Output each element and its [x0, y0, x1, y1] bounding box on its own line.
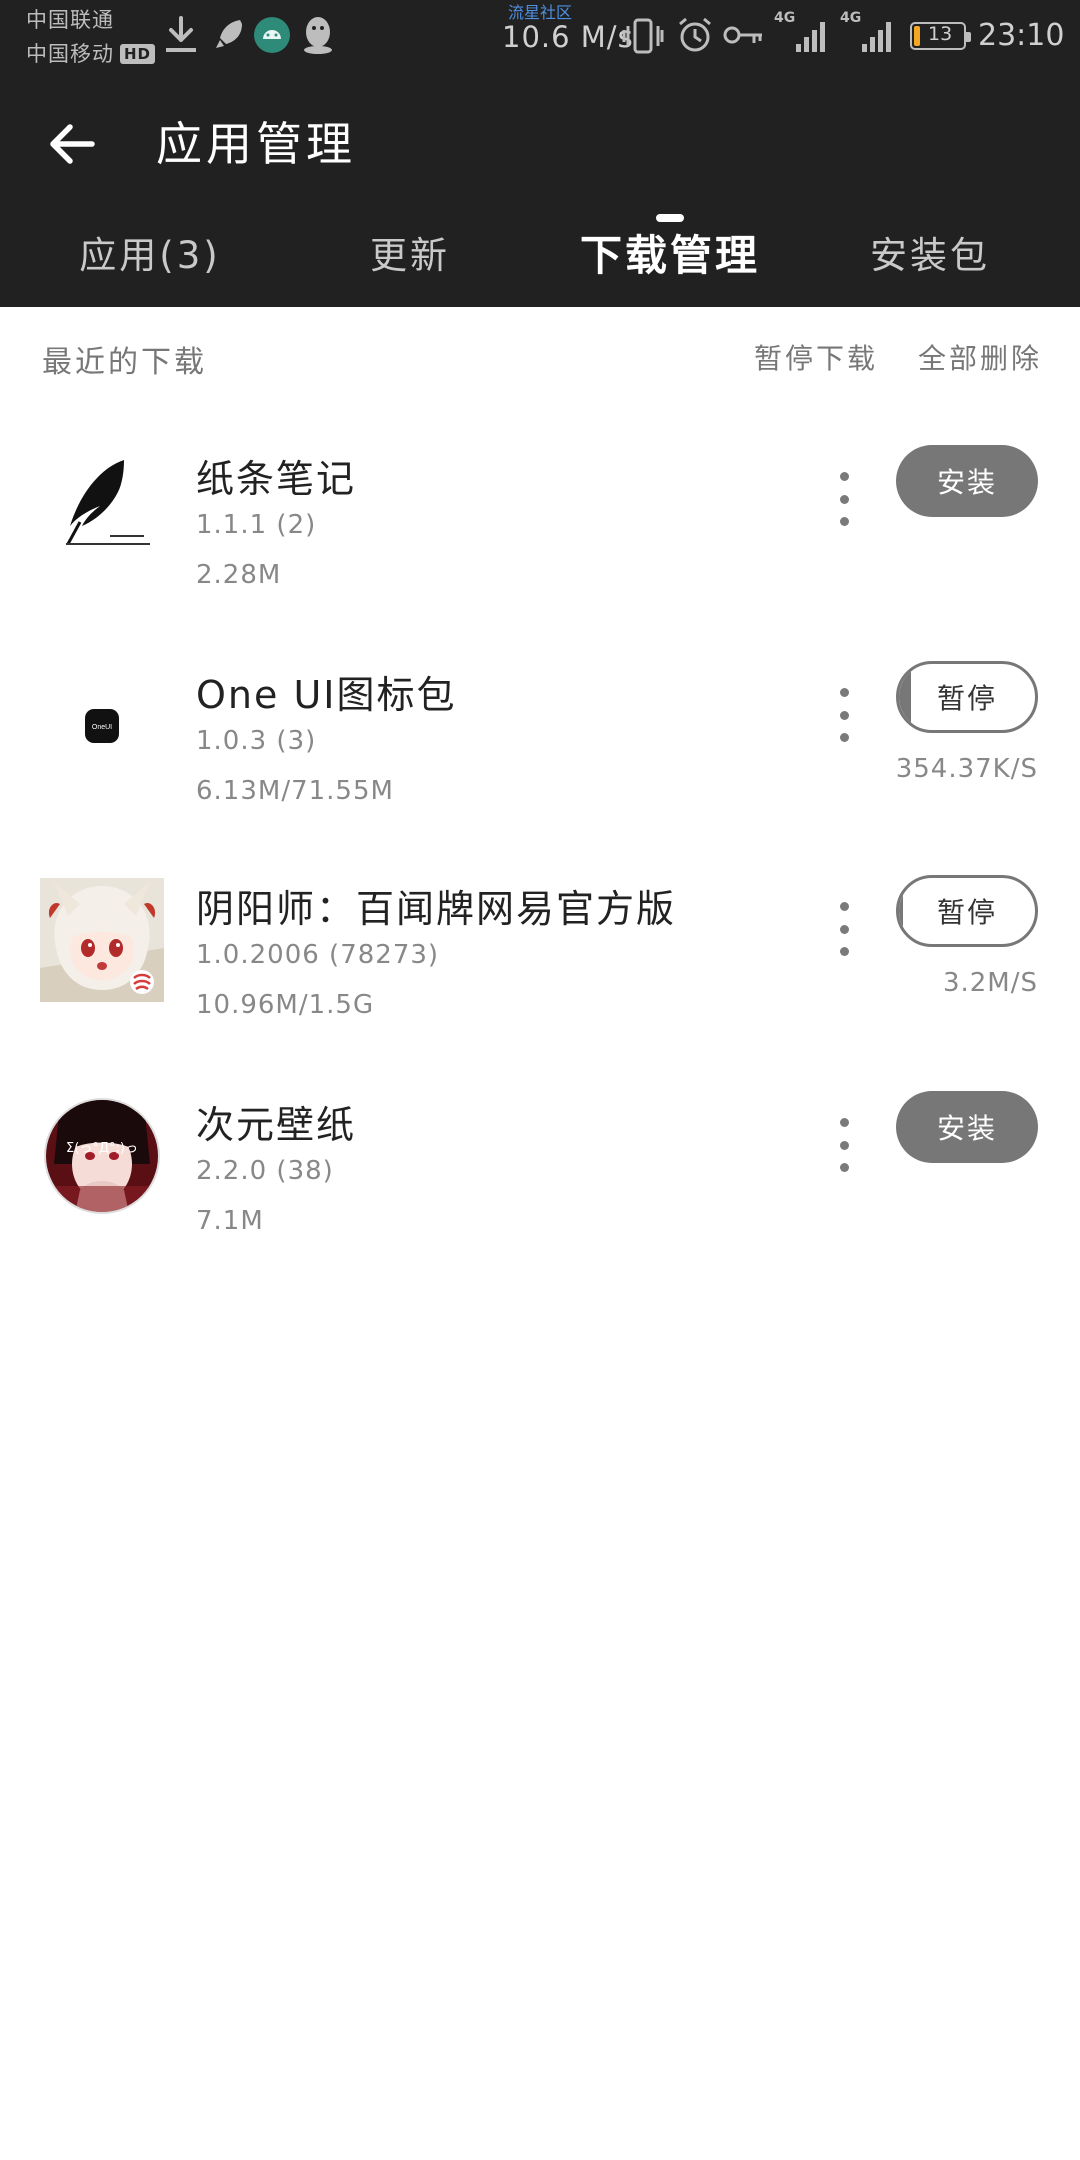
oneui-icon-text: OneUI — [92, 724, 112, 731]
download-progress-size: 10.96M/1.5G — [196, 990, 375, 1020]
app-name: One UI图标包 — [196, 673, 457, 717]
tab-updates[interactable]: 更新 — [275, 212, 545, 292]
more-options-button[interactable] — [826, 680, 862, 750]
battery-fill — [914, 26, 921, 46]
alarm-icon — [679, 17, 711, 52]
qq-penguin-icon — [304, 17, 332, 54]
more-dot — [839, 733, 849, 742]
pause-all-button[interactable]: 暂停下载 — [754, 337, 878, 377]
download-speed: 3.2M/S — [942, 968, 1038, 998]
clock: 23:10 — [978, 18, 1065, 53]
back-button[interactable] — [40, 112, 104, 176]
battery-cap — [966, 32, 971, 42]
more-dot — [839, 1140, 849, 1150]
more-dot — [839, 688, 849, 697]
more-dot — [839, 924, 849, 934]
tab-bar: 应用(3) 更新 下载管理 安装包 — [0, 212, 1080, 307]
download-icon — [166, 16, 196, 52]
tab-indicator — [656, 214, 684, 222]
more-dot — [839, 947, 849, 956]
key-icon — [723, 26, 762, 44]
more-options-button[interactable] — [826, 1110, 862, 1180]
install-button[interactable]: 安装 — [896, 1091, 1038, 1163]
rocket-icon — [216, 20, 242, 48]
arrow-left-icon — [50, 124, 95, 164]
page-title: 应用管理 — [156, 117, 356, 171]
android-icon — [254, 17, 290, 53]
delete-all-button[interactable]: 全部删除 — [918, 337, 1042, 377]
carrier-2: 中国移动 HD — [26, 38, 156, 68]
battery-icon: 13 — [910, 22, 971, 50]
anime-character-icon — [40, 878, 164, 1002]
status-bar: 中国联通 中国移动 HD 流星社区 10.6 M/s 4G 4G 13 23:1… — [0, 0, 1080, 72]
app-version: 1.0.3 (3) — [196, 726, 317, 756]
download-progress-size: 6.13M/71.55M — [196, 776, 394, 806]
tab-apps[interactable]: 应用(3) — [15, 212, 285, 292]
app-name: 阴阳师：百闻牌网易官方版 — [196, 887, 677, 931]
app-version: 1.1.1 (2) — [196, 510, 317, 540]
network-speed: 10.6 M/s — [502, 20, 634, 54]
app-size: 7.1M — [196, 1206, 264, 1236]
quill-icon — [40, 448, 164, 572]
app-bar: 应用管理 应用(3) 更新 下载管理 安装包 — [0, 72, 1080, 307]
section-header: 最近的下载 暂停下载 全部删除 — [0, 307, 1080, 407]
pause-button[interactable]: 暂停 — [896, 661, 1038, 733]
more-dot — [839, 517, 849, 526]
more-dot — [839, 1118, 849, 1127]
signal-2-icon — [862, 22, 891, 52]
app-version: 1.0.2006 (78273) — [196, 940, 440, 970]
more-dot — [839, 1163, 849, 1172]
list-item[interactable]: Σ(っ°Д°;)っ 次元壁纸 2.2.0 (38) 7.1M 安装 — [0, 1091, 1080, 1310]
section-title: 最近的下载 — [42, 345, 207, 380]
tab-download-manager[interactable]: 下载管理 — [535, 212, 805, 292]
install-button[interactable]: 安装 — [896, 445, 1038, 517]
tab-install-packages[interactable]: 安装包 — [795, 212, 1065, 292]
anime-avatar-icon-text: Σ(っ°Д°;)っ — [66, 1141, 138, 1156]
anime-avatar-icon: Σ(っ°Д°;)っ — [40, 1094, 164, 1218]
hd-badge: HD — [120, 44, 156, 64]
pause-button-label: 暂停 — [936, 896, 997, 929]
carrier-1: 中国联通 — [26, 8, 114, 32]
list-item[interactable]: 阴阳师：百闻牌网易官方版 1.0.2006 (78273) 10.96M/1.5… — [0, 875, 1080, 1094]
app-size: 2.28M — [196, 560, 282, 590]
signal-1-icon — [796, 22, 825, 52]
pause-button-label: 暂停 — [936, 682, 997, 715]
app-name: 纸条笔记 — [196, 457, 357, 501]
app-name: 次元壁纸 — [196, 1103, 357, 1147]
pause-button[interactable]: 暂停 — [896, 875, 1038, 947]
vibrate-icon — [622, 18, 664, 54]
list-item[interactable]: OneUI One UI图标包 1.0.3 (3) 6.13M/71.55M 暂… — [0, 661, 1080, 880]
oneui-icon: OneUI — [40, 664, 164, 788]
more-options-button[interactable] — [826, 894, 862, 964]
download-progress-bar — [899, 878, 904, 944]
more-dot — [839, 472, 849, 481]
battery-level: 13 — [928, 23, 953, 45]
list-item[interactable]: 纸条笔记 1.1.1 (2) 2.28M 安装 — [0, 445, 1080, 664]
download-speed: 354.37K/S — [895, 754, 1038, 784]
carrier-2-label: 中国移动 — [26, 42, 114, 66]
app-version: 2.2.0 (38) — [196, 1156, 334, 1186]
download-progress-bar — [899, 664, 911, 730]
more-dot — [839, 902, 849, 911]
more-dot — [839, 710, 849, 720]
more-dot — [839, 494, 849, 504]
more-options-button[interactable] — [826, 464, 862, 534]
